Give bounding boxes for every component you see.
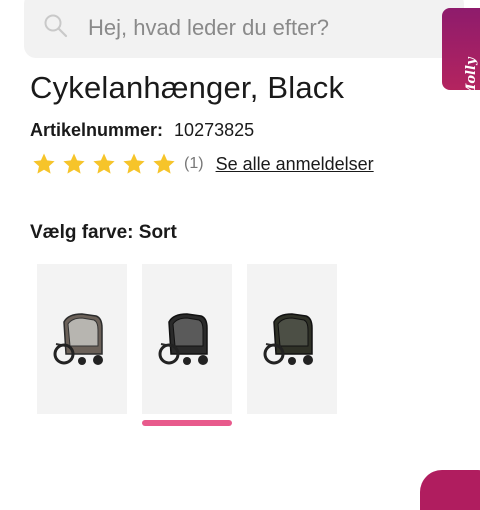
rating-row: (1) Se alle anmeldelser [32,150,374,178]
search-bar[interactable]: Hej, hvad leder du efter? [24,0,464,58]
bike-trailer-image [263,313,313,365]
star-icon [93,153,115,174]
color-label: Vælg farve: [30,222,134,243]
star-icon [123,153,145,174]
sku-row: Artikelnummer: 10273825 [30,120,254,141]
selected-color: Sort [138,222,177,243]
bike-trailer-image [158,313,208,365]
star-icon [33,153,55,174]
sku-value: 10273825 [174,120,255,140]
sku-label: Artikelnummer: [30,120,164,140]
assistant-tab-label: Molly [464,57,479,99]
color-heading: Vælg farve: Sort [30,222,177,244]
assistant-tab-molly[interactable]: Molly [442,8,480,98]
product-title: Cykelanhænger, Black [30,70,345,105]
star-icon [153,153,175,174]
floating-action-button[interactable] [420,470,480,510]
search-icon [42,12,70,40]
selected-color-indicator [142,420,232,426]
review-count: (1) [184,155,204,172]
color-option-2[interactable] [142,264,232,414]
color-option-1[interactable] [37,264,127,414]
color-option-3[interactable] [247,264,337,414]
see-all-reviews-link[interactable]: Se alle anmeldelser [216,154,374,175]
search-input[interactable]: Hej, hvad leder du efter? [88,15,329,41]
bike-trailer-image [53,313,103,365]
star-icon [63,153,85,174]
